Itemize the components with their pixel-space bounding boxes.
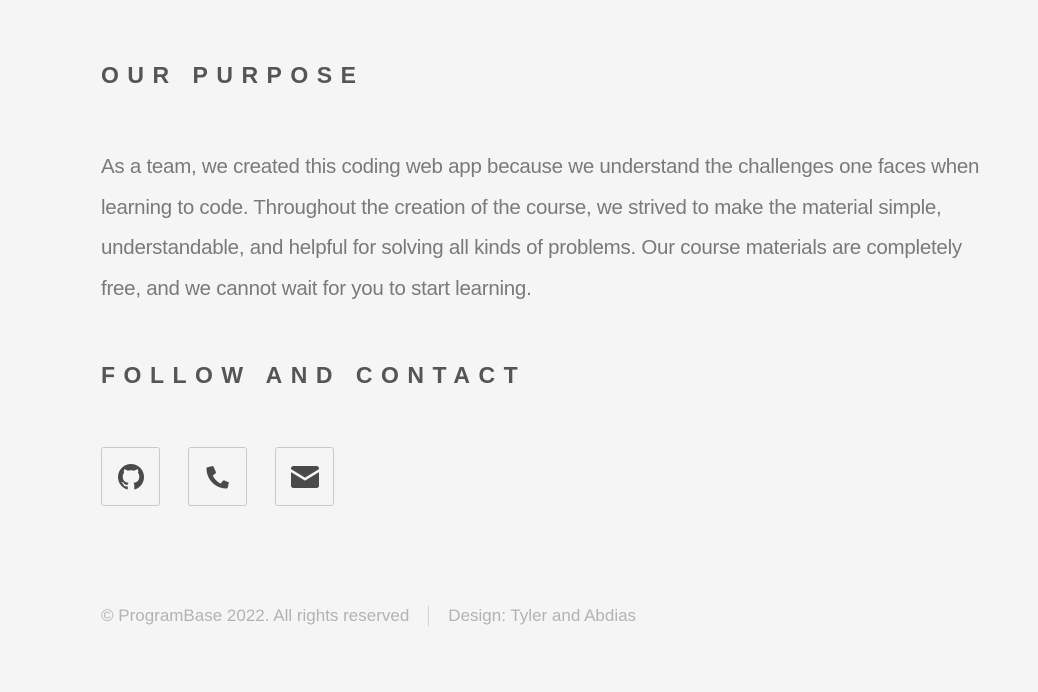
footer-divider <box>428 606 430 626</box>
copyright-text: © ProgramBase 2022. All rights reserved <box>101 606 410 625</box>
follow-and-contact-heading: FOLLOW AND CONTACT <box>101 362 527 388</box>
github-link[interactable] <box>101 447 160 506</box>
phone-icon <box>205 464 231 490</box>
design-credit: Design: Tyler and Abdias <box>448 606 637 625</box>
social-icons <box>101 447 334 506</box>
our-purpose-heading: OUR PURPOSE <box>101 62 365 88</box>
site-footer: © ProgramBase 2022. All rights reserved … <box>101 606 636 626</box>
envelope-icon <box>290 465 319 488</box>
purpose-paragraph: As a team, we created this coding web ap… <box>101 155 980 300</box>
github-icon <box>117 463 144 490</box>
email-link[interactable] <box>275 447 334 506</box>
phone-link[interactable] <box>188 447 247 506</box>
